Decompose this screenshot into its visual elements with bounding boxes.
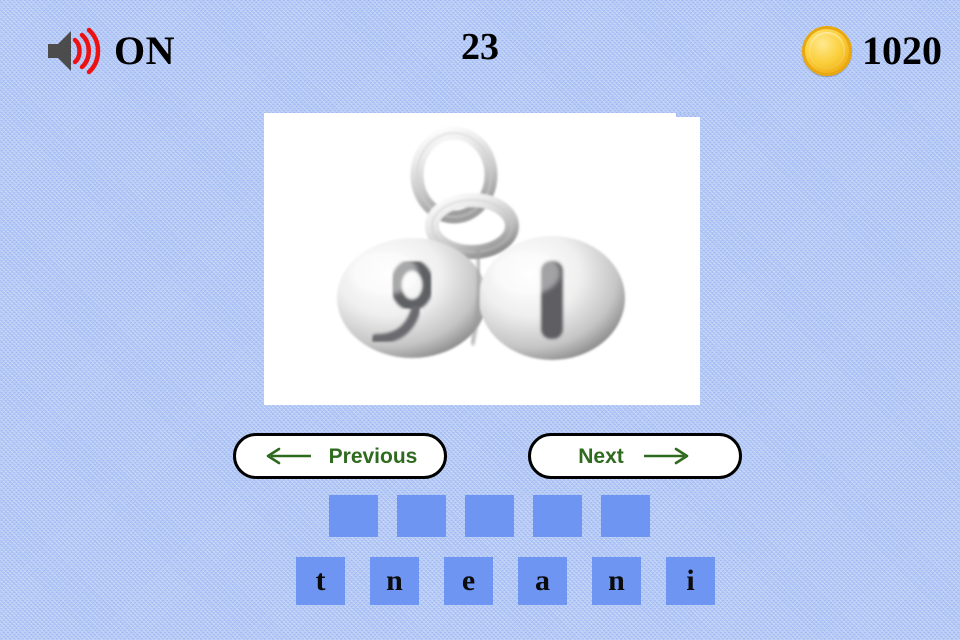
answer-slot[interactable] — [533, 495, 582, 537]
score-display: 1020 — [802, 22, 942, 80]
arrow-left-icon — [266, 447, 311, 465]
picture-corner-notch — [676, 113, 700, 117]
arrow-right-icon — [643, 447, 689, 465]
letter-tile[interactable]: t — [296, 557, 345, 605]
speaker-sound-on-icon — [48, 27, 101, 75]
game-screen: ON 23 1020 Previous Next t n e a n i — [0, 0, 960, 640]
letter-tile[interactable]: n — [370, 557, 419, 605]
previous-button-label: Previous — [328, 444, 418, 468]
score-value: 1020 — [862, 28, 942, 73]
letter-tile[interactable]: n — [592, 557, 641, 605]
next-button[interactable]: Next — [528, 433, 742, 479]
answer-slot[interactable] — [601, 495, 650, 537]
answer-slot[interactable] — [329, 495, 378, 537]
letter-tile[interactable]: i — [666, 557, 715, 605]
gold-coin-icon — [802, 26, 852, 76]
puzzle-picture — [264, 113, 700, 405]
letter-tile[interactable]: e — [444, 557, 493, 605]
sound-status-label: ON — [114, 28, 175, 73]
answer-slot[interactable] — [465, 495, 514, 537]
previous-button[interactable]: Previous — [233, 433, 447, 479]
puzzle-picture-frame — [264, 113, 700, 405]
sound-toggle-button[interactable]: ON — [44, 22, 175, 80]
answer-slot[interactable] — [397, 495, 446, 537]
next-button-label: Next — [578, 444, 624, 468]
letter-tile-row: tneani — [296, 557, 715, 605]
letter-tile[interactable]: a — [518, 557, 567, 605]
answer-slot-row — [329, 495, 650, 537]
